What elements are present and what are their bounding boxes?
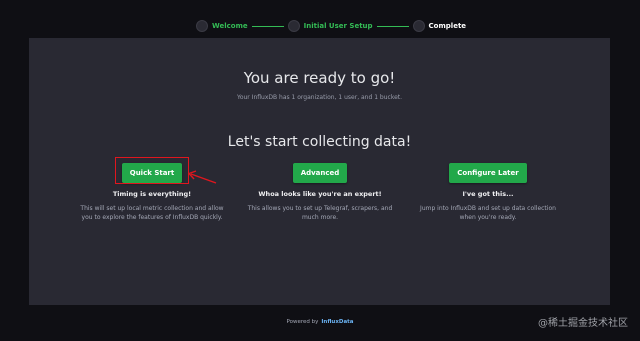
watermark: @稀土掘金技术社区	[538, 318, 628, 329]
step-connector	[376, 25, 409, 27]
option-configure-later: Configure Later I've got this... Jump in…	[403, 160, 573, 222]
configure-later-button[interactable]: Configure Later	[449, 163, 527, 183]
option-description-line: when you're ready.	[459, 214, 517, 221]
step-label: Welcome	[212, 22, 248, 30]
option-heading: Whoa looks like you're an expert!	[258, 190, 382, 198]
page-title: You are ready to go!	[243, 69, 396, 87]
powered-by-label: Powered by	[286, 319, 319, 325]
option-description-line: This allows you to set up Telegraf, scra…	[247, 205, 393, 212]
option-description-line: much more.	[301, 214, 339, 221]
influxdata-logo[interactable]: InfluxData	[321, 319, 353, 325]
section-heading: Let's start collecting data!	[227, 134, 412, 150]
option-description-line: Jump into InfluxDB and set up data colle…	[420, 205, 556, 212]
step-welcome[interactable]: Welcome	[196, 20, 248, 32]
advanced-button[interactable]: Advanced	[292, 163, 348, 183]
step-complete[interactable]: Complete	[412, 20, 467, 32]
setup-stepper: Welcome Initial User Setup Complete	[196, 17, 466, 35]
step-label: Initial User Setup	[303, 22, 373, 30]
option-heading: Timing is everything!	[112, 190, 192, 198]
annotation-highlight-box	[115, 157, 189, 184]
option-description-line: This will set up local metric collection…	[80, 205, 224, 212]
step-dot	[287, 20, 300, 32]
option-description-line: you to explore the features of InfluxDB …	[81, 214, 223, 221]
option-advanced: Advanced Whoa looks like you're an exper…	[235, 160, 405, 222]
option-description: This will set up local metric collection…	[67, 204, 237, 222]
step-initial-user-setup[interactable]: Initial User Setup	[287, 20, 373, 32]
option-description: This allows you to set up Telegraf, scra…	[235, 204, 405, 222]
option-description: Jump into InfluxDB and set up data colle…	[403, 204, 573, 222]
annotation-arrow-icon	[187, 170, 217, 184]
option-heading: I've got this...	[462, 190, 514, 198]
step-dot	[412, 20, 425, 32]
step-connector	[251, 25, 284, 27]
step-label: Complete	[428, 22, 467, 30]
step-dot	[196, 20, 208, 32]
setup-summary: Your InfluxDB has 1 organization, 1 user…	[236, 94, 403, 101]
onboarding-page: Welcome Initial User Setup Complete You …	[0, 0, 640, 341]
